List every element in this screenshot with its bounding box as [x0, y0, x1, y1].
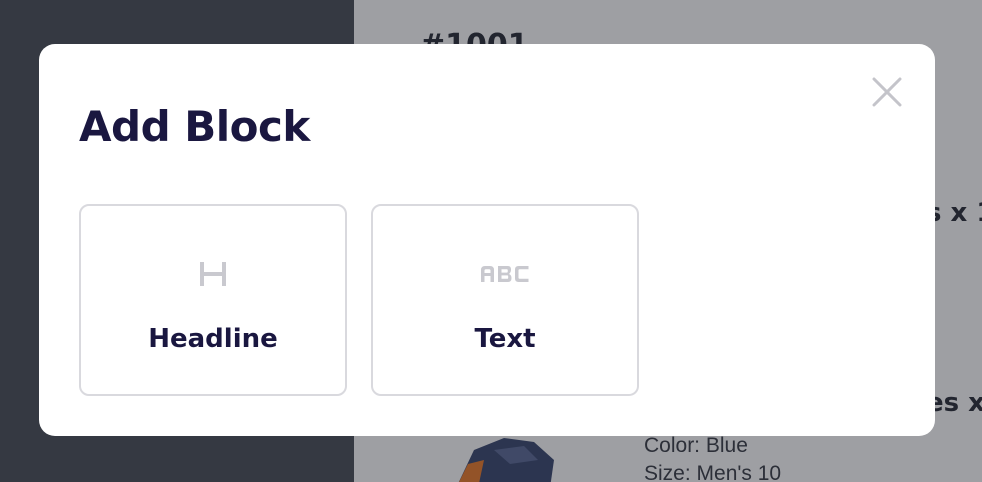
- headline-icon: [81, 254, 345, 294]
- add-block-modal: Add Block Headline Text: [39, 44, 935, 436]
- modal-title: Add Block: [79, 102, 310, 151]
- text-block-option[interactable]: Text: [371, 204, 639, 396]
- close-button[interactable]: [869, 74, 905, 110]
- headline-block-option[interactable]: Headline: [79, 204, 347, 396]
- headline-label: Headline: [148, 324, 278, 354]
- text-label: Text: [474, 324, 536, 354]
- abc-text-icon: [373, 254, 637, 294]
- close-icon: [872, 77, 902, 107]
